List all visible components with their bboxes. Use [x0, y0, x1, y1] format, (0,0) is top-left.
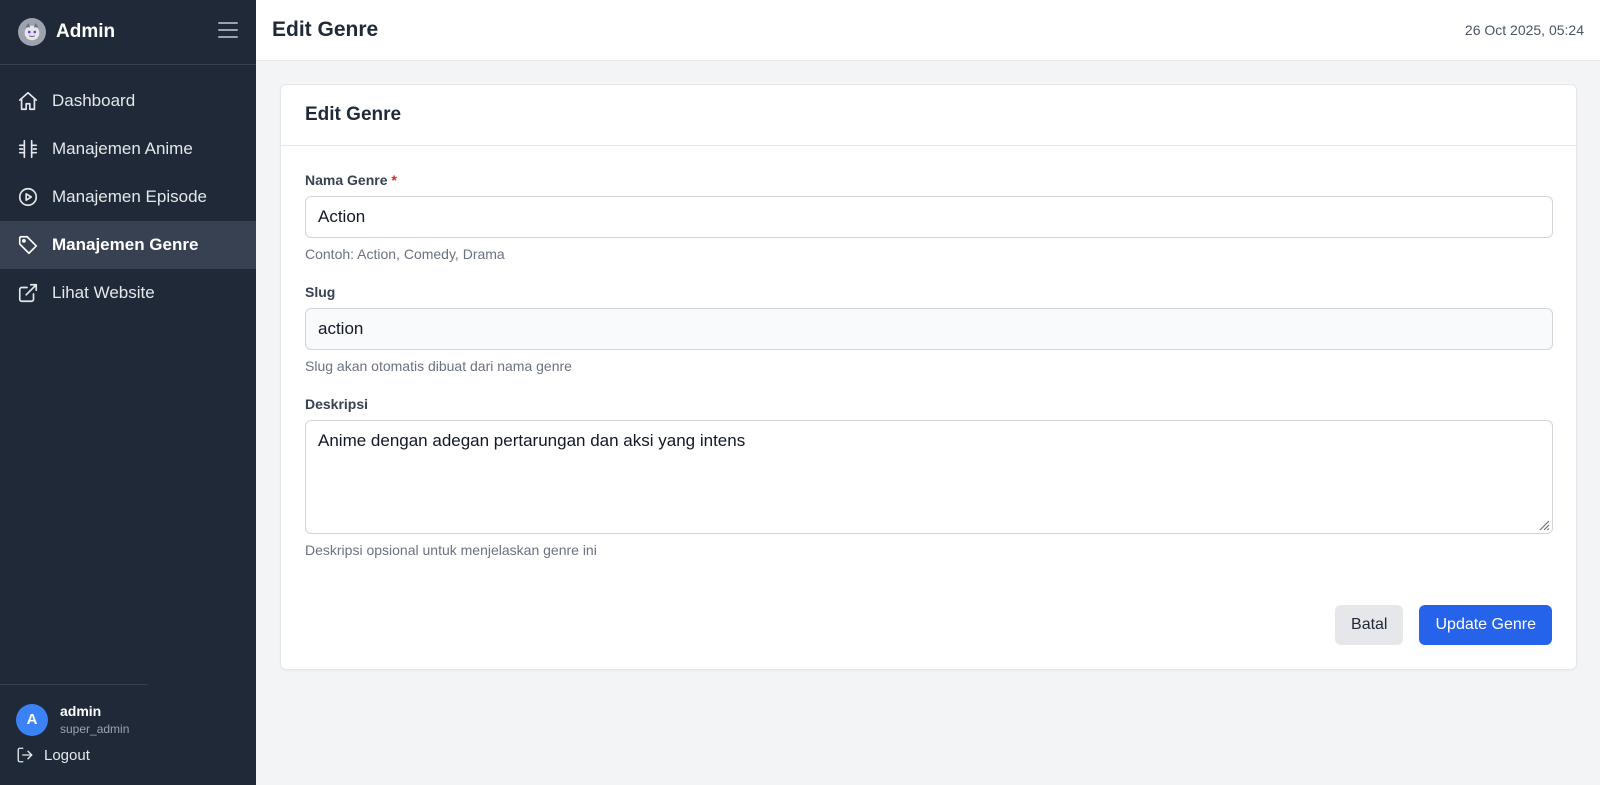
- sidebar-item-website[interactable]: Lihat Website: [0, 269, 256, 317]
- film-icon: [16, 137, 40, 161]
- logout-button[interactable]: Logout: [0, 736, 256, 774]
- slug-field-group: Slug action Slug akan otomatis dibuat da…: [305, 284, 1553, 374]
- slug-help-text: Slug akan otomatis dibuat dari nama genr…: [305, 358, 572, 374]
- resize-handle-icon[interactable]: [1536, 517, 1550, 531]
- description-label: Deskripsi: [305, 396, 369, 412]
- name-help-text: Contoh: Action, Comedy, Drama: [305, 246, 505, 262]
- edit-genre-card: Edit Genre Nama Genre * Action Contoh: A…: [280, 84, 1577, 670]
- sidebar-item-label: Manajemen Anime: [52, 139, 193, 158]
- slug-input[interactable]: action: [305, 308, 1553, 350]
- sidebar-nav: Dashboard Manajemen Anime Manajemen Epis…: [0, 77, 256, 317]
- slug-label: Slug: [305, 284, 336, 300]
- sidebar-footer: A admin super_admin Logout: [0, 684, 256, 785]
- sidebar-item-genre[interactable]: Manajemen Genre: [0, 221, 256, 269]
- user-role: super_admin: [60, 722, 130, 736]
- sidebar-item-episode[interactable]: Manajemen Episode: [0, 173, 256, 221]
- update-genre-button[interactable]: Update Genre: [1419, 605, 1552, 645]
- home-icon: [16, 89, 40, 113]
- sidebar-item-label: Dashboard: [52, 91, 136, 110]
- required-mark: *: [391, 172, 397, 188]
- avatar: A: [16, 703, 48, 736]
- sidebar: Admin Dashboard Manajemen Anime Manajeme…: [0, 0, 256, 785]
- brand: Admin: [0, 0, 256, 65]
- cancel-button[interactable]: Batal: [1335, 605, 1404, 645]
- logout-label: Logout: [44, 746, 90, 764]
- description-textarea[interactable]: Anime dengan adegan pertarungan dan aksi…: [305, 420, 1553, 534]
- sidebar-item-label: Manajemen Genre: [52, 235, 199, 254]
- sidebar-item-anime[interactable]: Manajemen Anime: [0, 125, 256, 173]
- header-datetime: 26 Oct 2025, 05:24: [1464, 22, 1584, 38]
- form-actions: Batal Update Genre: [1335, 605, 1552, 645]
- name-field-group: Nama Genre * Action Contoh: Action, Come…: [305, 172, 1553, 262]
- tag-icon: [16, 233, 40, 257]
- user-profile: A admin super_admin: [0, 685, 256, 736]
- description-help-text: Deskripsi opsional untuk menjelaskan gen…: [305, 542, 597, 558]
- sidebar-item-dashboard[interactable]: Dashboard: [0, 77, 256, 125]
- external-link-icon: [16, 281, 40, 305]
- sidebar-item-label: Manajemen Episode: [52, 187, 207, 206]
- edit-genre-form: Nama Genre * Action Contoh: Action, Come…: [281, 146, 1576, 558]
- description-field-group: Deskripsi Anime dengan adegan pertarunga…: [305, 396, 1553, 558]
- sidebar-item-label: Lihat Website: [52, 283, 155, 302]
- name-label: Nama Genre *: [305, 172, 397, 188]
- page-title: Edit Genre: [272, 18, 379, 41]
- user-name: admin: [60, 703, 102, 719]
- logout-icon: [17, 747, 33, 763]
- menu-toggle-icon[interactable]: [218, 22, 238, 40]
- brand-title: Admin: [56, 21, 116, 42]
- genre-name-input[interactable]: Action: [305, 196, 1553, 238]
- card-title: Edit Genre: [281, 85, 1576, 146]
- play-circle-icon: [16, 185, 40, 209]
- logo-icon: [18, 18, 46, 46]
- top-header: Edit Genre 26 Oct 2025, 05:24: [256, 0, 1600, 61]
- description-value: Anime dengan adegan pertarungan dan aksi…: [318, 431, 746, 450]
